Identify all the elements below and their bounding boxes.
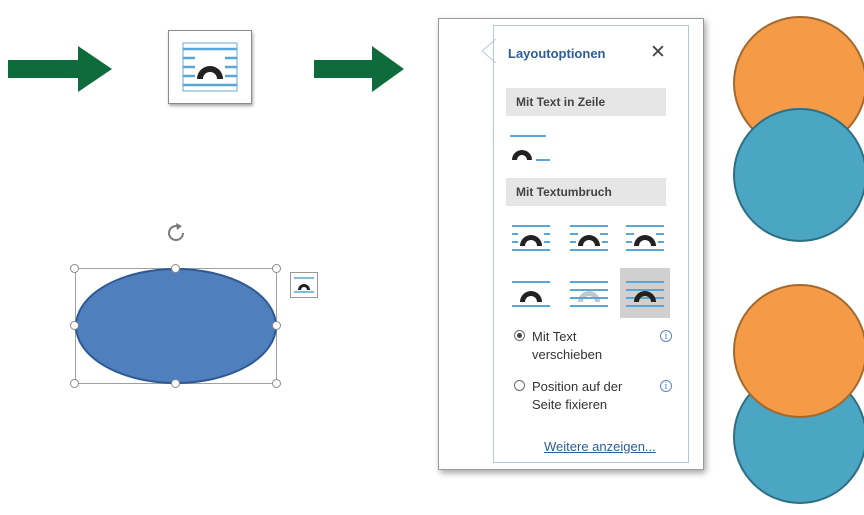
green-arrow-icon-right bbox=[314, 46, 404, 92]
section-wrap-header: Mit Textumbruch bbox=[506, 178, 666, 206]
wrap-square-option[interactable] bbox=[506, 214, 556, 264]
panel-title: Layoutoptionen bbox=[508, 46, 606, 61]
radio-button-unchecked[interactable] bbox=[514, 380, 525, 391]
info-icon[interactable]: i bbox=[660, 330, 672, 342]
radio-fix-position-label: Position auf der Seite fixieren bbox=[532, 379, 623, 412]
resize-handle[interactable] bbox=[70, 264, 79, 273]
inline-with-text-option[interactable] bbox=[506, 122, 556, 172]
resize-handle[interactable] bbox=[171, 379, 180, 388]
radio-move-with-text[interactable]: Mit Text verschieben i bbox=[514, 328, 684, 368]
radio-move-with-text-label: Mit Text verschieben bbox=[532, 329, 603, 362]
in-front-of-text-option[interactable] bbox=[620, 268, 670, 318]
resize-handle[interactable] bbox=[272, 264, 281, 273]
info-icon[interactable]: i bbox=[660, 380, 672, 392]
resize-handle[interactable] bbox=[171, 264, 180, 273]
teal-circle-shape-top bbox=[733, 108, 864, 253]
layout-options-panel: Layoutoptionen ✕ Mit Text in Zeile Mit T… bbox=[438, 18, 704, 470]
radio-button-checked[interactable] bbox=[514, 330, 525, 341]
wrap-tight-option[interactable] bbox=[564, 214, 614, 264]
radio-fix-position[interactable]: Position auf der Seite fixieren i bbox=[514, 378, 684, 418]
rotate-icon[interactable] bbox=[164, 221, 188, 250]
section-inline-header: Mit Text in Zeile bbox=[506, 88, 666, 116]
resize-handle[interactable] bbox=[70, 321, 79, 330]
blue-ellipse-shape[interactable] bbox=[75, 268, 279, 391]
wrap-through-option[interactable] bbox=[620, 214, 670, 264]
layout-options-body: Layoutoptionen ✕ Mit Text in Zeile Mit T… bbox=[493, 25, 689, 463]
more-options-link[interactable]: Weitere anzeigen... bbox=[544, 439, 656, 454]
resize-handle[interactable] bbox=[272, 321, 281, 330]
behind-text-option[interactable] bbox=[564, 268, 614, 318]
resize-handle[interactable] bbox=[70, 379, 79, 388]
layout-options-icon-large bbox=[168, 30, 252, 104]
orange-circle-shape-bottom bbox=[733, 284, 864, 429]
resize-handle[interactable] bbox=[272, 379, 281, 388]
layout-options-button-small[interactable] bbox=[290, 272, 318, 303]
wrap-top-bottom-option[interactable] bbox=[506, 268, 556, 318]
close-icon[interactable]: ✕ bbox=[650, 41, 666, 64]
green-arrow-icon-left bbox=[8, 46, 112, 92]
